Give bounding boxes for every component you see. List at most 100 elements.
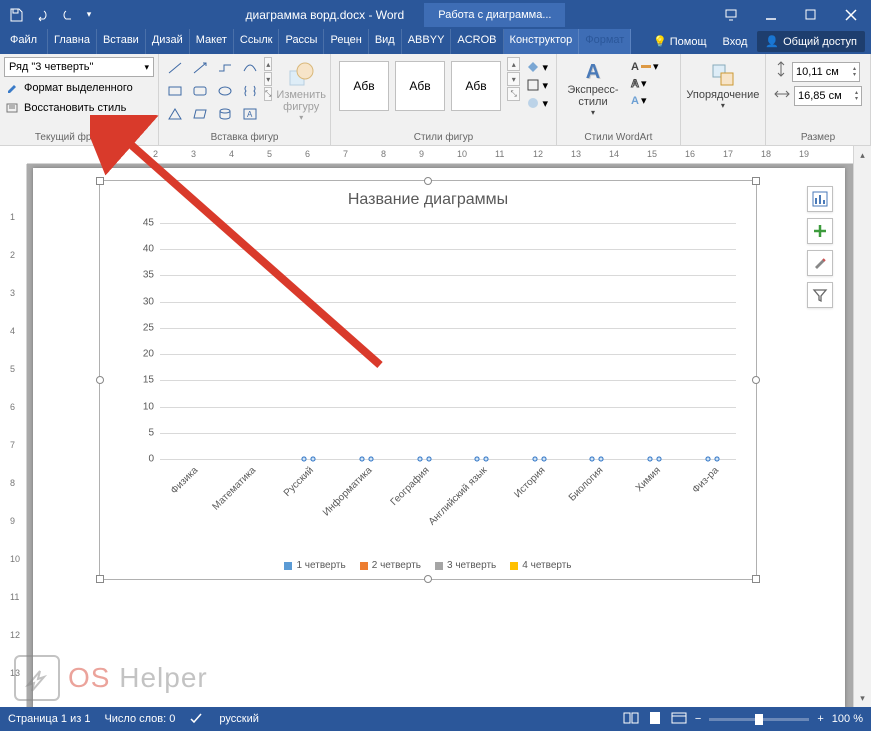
login-button[interactable]: Вход (717, 32, 754, 52)
chart-legend[interactable]: 1 четверть2 четверть3 четверть4 четверть (100, 560, 756, 571)
shape-ellipse[interactable] (213, 80, 237, 102)
shape-brace[interactable] (238, 80, 262, 102)
chart-title[interactable]: Название диаграммы (100, 181, 756, 215)
qat-more-button[interactable]: ▾ (82, 3, 96, 27)
chart-elements-button[interactable] (807, 218, 833, 244)
tab-главна[interactable]: Главна (48, 29, 97, 54)
horizontal-ruler[interactable]: 12345678910111213141516171819 (27, 146, 853, 164)
width-icon (774, 87, 790, 106)
styles-more-button[interactable]: ⤡ (507, 87, 520, 101)
text-fill-button[interactable]: A▾ (629, 59, 660, 74)
shape-rect[interactable] (163, 80, 187, 102)
shape-parallelogram[interactable] (188, 103, 212, 125)
width-input[interactable]: 16,85 см▴▾ (794, 86, 862, 106)
shape-style-2[interactable]: Абв (395, 61, 445, 111)
person-icon: 👤 (765, 35, 779, 48)
shape-style-1[interactable]: Абв (339, 61, 389, 111)
shape-style-3[interactable]: Абв (451, 61, 501, 111)
shape-styles-gallery[interactable]: Абв Абв Абв (335, 57, 505, 115)
group-label-selection: Текущий фрагмент (4, 131, 154, 144)
print-layout-button[interactable] (647, 711, 663, 728)
vertical-ruler[interactable]: 1234567891011121314 (0, 164, 27, 707)
height-icon (774, 61, 788, 82)
save-button[interactable] (4, 3, 28, 27)
web-layout-button[interactable] (671, 711, 687, 728)
reset-style-button[interactable]: Восстановить стиль (4, 99, 128, 117)
shapes-gallery[interactable]: A (163, 57, 262, 125)
minimize-button[interactable] (751, 0, 791, 29)
tab-рассы[interactable]: Рассы (279, 29, 324, 54)
zoom-slider[interactable] (709, 718, 809, 721)
wordart-styles-button[interactable]: A Экспресс-стили▾ (561, 57, 625, 121)
read-mode-button[interactable] (623, 711, 639, 728)
undo-button[interactable] (30, 3, 54, 27)
chart-plot-area[interactable]: 051015202530354045 (160, 223, 736, 459)
text-effects-button[interactable]: A▾ (629, 93, 660, 108)
zoom-out-button[interactable]: − (695, 713, 701, 725)
shapes-scroll-up[interactable]: ▴ (264, 57, 272, 71)
shape-line-arrow[interactable] (188, 57, 212, 79)
styles-scroll-down[interactable]: ▾ (507, 72, 520, 86)
vertical-scrollbar[interactable]: ▴ ▾ (853, 146, 871, 707)
text-outline-button[interactable]: A▾ (629, 76, 660, 91)
tab-вид[interactable]: Вид (369, 29, 402, 54)
chart-styles-button[interactable] (807, 250, 833, 276)
svg-text:A: A (247, 110, 253, 119)
shape-text[interactable]: A (238, 103, 262, 125)
shape-fill-button[interactable]: ▾ (524, 59, 550, 75)
redo-button[interactable] (56, 3, 80, 27)
height-input[interactable]: 10,11 см▴▾ (792, 62, 860, 82)
word-count[interactable]: Число слов: 0 (104, 713, 175, 725)
shape-cylinder[interactable] (213, 103, 237, 125)
tab-ссылк[interactable]: Ссылк (234, 29, 280, 54)
tab-конструктор[interactable]: Конструктор (504, 29, 580, 54)
group-label-shape-styles: Стили фигур (335, 131, 552, 144)
status-bar: Страница 1 из 1 Число слов: 0 русский − … (0, 707, 871, 731)
shapes-scroll-down[interactable]: ▾ (264, 72, 272, 86)
format-selection-button[interactable]: Формат выделенного (4, 79, 135, 97)
tab-file[interactable]: Файл (0, 29, 48, 54)
shape-roundrect[interactable] (188, 80, 212, 102)
tab-acrob[interactable]: ACROB (451, 29, 503, 54)
lightbulb-icon: 💡 (653, 35, 667, 48)
element-selection-combo[interactable]: Ряд "3 четверть"▾ (4, 57, 154, 77)
tell-me-button[interactable]: 💡Помощ (647, 31, 712, 52)
tab-abbyy[interactable]: ABBYY (402, 29, 452, 54)
page: Название диаграммы 051015202530354045 Фи… (33, 168, 845, 707)
group-label-wordart: Стили WordArt (561, 131, 676, 144)
menu-bar: Файл ГлавнаВставиДизайМакетСсылкРассыРец… (0, 29, 871, 54)
shape-outline-button[interactable]: ▾ (524, 77, 550, 93)
ribbon: Ряд "3 четверть"▾ Формат выделенного Вос… (0, 54, 871, 146)
zoom-in-button[interactable]: + (817, 713, 823, 725)
maximize-button[interactable] (791, 0, 831, 29)
language-indicator[interactable]: русский (219, 713, 258, 725)
close-button[interactable] (831, 0, 871, 29)
share-button[interactable]: 👤Общий доступ (757, 31, 865, 52)
shape-elbow[interactable] (213, 57, 237, 79)
shape-triangle[interactable] (163, 103, 187, 125)
shape-curve[interactable] (238, 57, 262, 79)
page-indicator[interactable]: Страница 1 из 1 (8, 713, 90, 725)
spellcheck-icon[interactable] (189, 711, 205, 728)
tab-формат[interactable]: Формат (579, 29, 631, 54)
chart-layout-button[interactable] (807, 186, 833, 212)
tab-макет[interactable]: Макет (190, 29, 234, 54)
watermark: OS Helper (14, 655, 208, 701)
shape-line[interactable] (163, 57, 187, 79)
chart-object[interactable]: Название диаграммы 051015202530354045 Фи… (99, 180, 757, 580)
ribbon-options-button[interactable] (711, 0, 751, 29)
arrange-button[interactable]: Упорядочение▾ (691, 57, 755, 114)
zoom-level[interactable]: 100 % (832, 713, 863, 725)
chart-filter-button[interactable] (807, 282, 833, 308)
tab-дизай[interactable]: Дизай (146, 29, 190, 54)
scroll-down-button[interactable]: ▾ (854, 689, 871, 707)
document-area[interactable]: Название диаграммы 051015202530354045 Фи… (27, 164, 853, 707)
tab-рецен[interactable]: Рецен (324, 29, 368, 54)
contextual-tab-label: Работа с диаграмма... (424, 3, 565, 27)
chevron-down-icon: ▾ (144, 62, 149, 73)
scroll-up-button[interactable]: ▴ (854, 146, 871, 164)
tab-встави[interactable]: Встави (97, 29, 146, 54)
shapes-more-button[interactable]: ⤡ (264, 87, 272, 101)
shape-effects-button[interactable]: ▾ (524, 95, 550, 111)
styles-scroll-up[interactable]: ▴ (507, 57, 520, 71)
